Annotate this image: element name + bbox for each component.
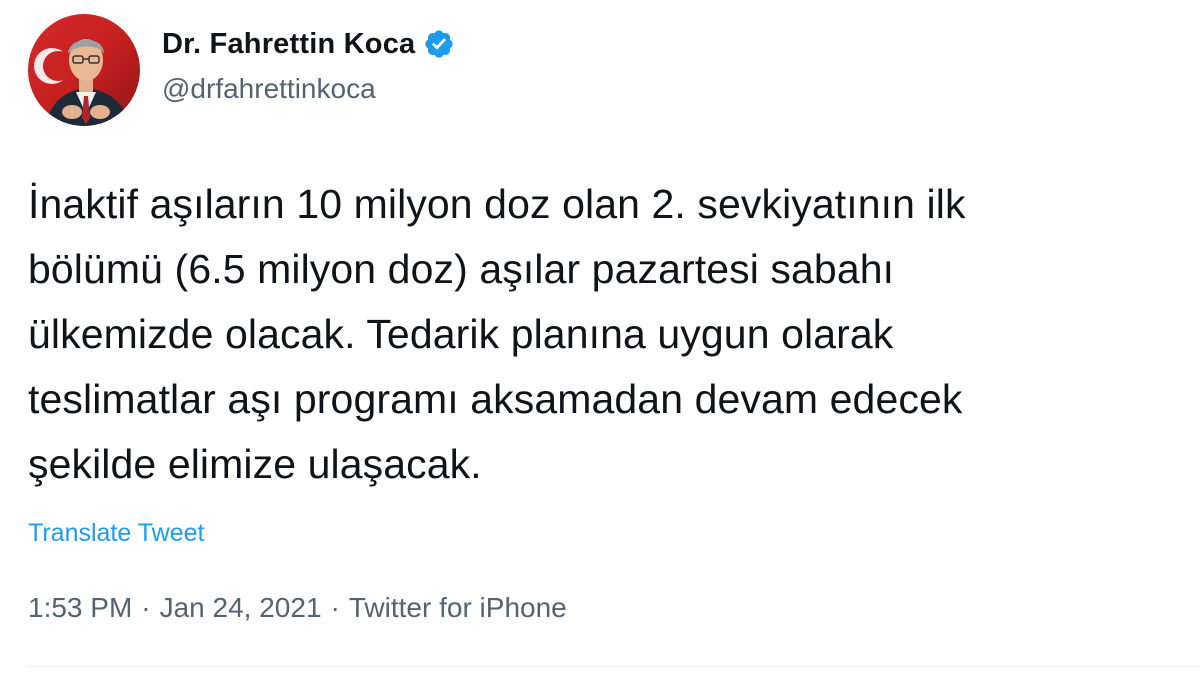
- divider: [28, 666, 1200, 667]
- meta-separator: ·: [330, 592, 340, 623]
- display-name[interactable]: Dr. Fahrettin Koca: [162, 28, 415, 61]
- translate-tweet-link[interactable]: Translate Tweet: [28, 519, 204, 548]
- tweet-text: İnaktif aşıların 10 milyon doz olan 2. s…: [28, 181, 966, 487]
- avatar[interactable]: [28, 14, 140, 126]
- profile-photo-icon: [28, 14, 140, 126]
- tweet-card: Dr. Fahrettin Koca @drfahrettinkoca İnak…: [0, 0, 1200, 675]
- user-handle[interactable]: @drfahrettinkoca: [162, 73, 455, 105]
- verified-badge-icon: [423, 28, 455, 60]
- tweet-header: Dr. Fahrettin Koca @drfahrettinkoca: [28, 14, 455, 126]
- user-info: Dr. Fahrettin Koca @drfahrettinkoca: [162, 28, 455, 105]
- meta-separator: ·: [141, 592, 151, 623]
- tweet-time[interactable]: 1:53 PM: [28, 592, 132, 624]
- tweet-source[interactable]: Twitter for iPhone: [349, 592, 567, 624]
- tweet-date[interactable]: Jan 24, 2021: [160, 592, 322, 624]
- name-row: Dr. Fahrettin Koca: [162, 28, 455, 61]
- tweet-meta: 1:53 PM · Jan 24, 2021 · Twitter for iPh…: [28, 592, 567, 624]
